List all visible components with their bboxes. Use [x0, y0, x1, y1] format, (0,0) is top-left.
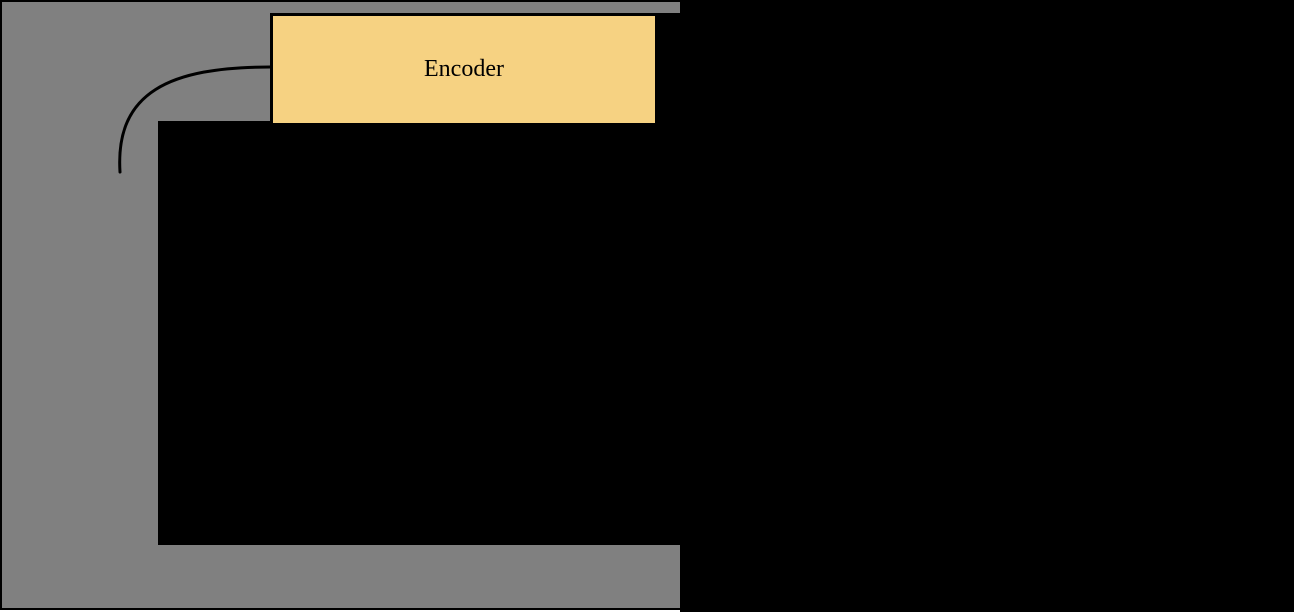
encoder-block: Encoder — [270, 13, 658, 126]
diagram-frame: Encoder — [0, 0, 1294, 610]
black-region-main — [158, 121, 1294, 545]
encoder-shadow — [658, 13, 680, 126]
encoder-label: Encoder — [424, 56, 504, 83]
